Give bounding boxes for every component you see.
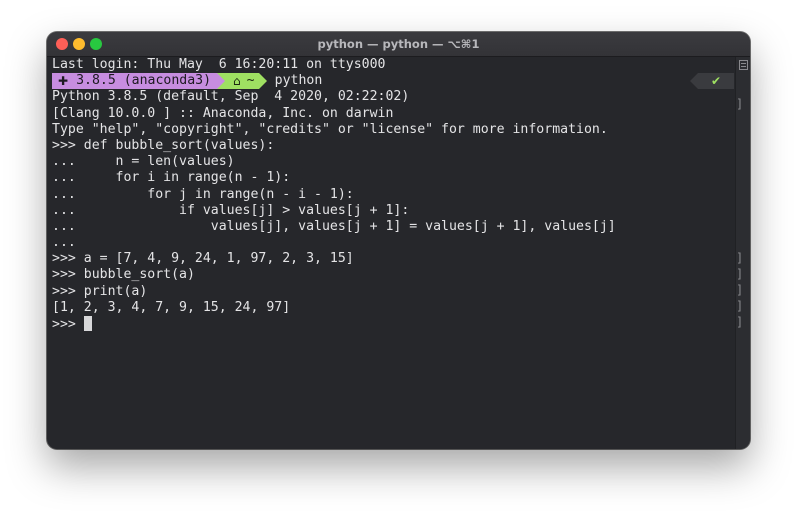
output-line: [Clang 10.0.0 ] :: Anaconda, Inc. on dar…: [52, 105, 394, 121]
repl-input-line: ... n = len(values): [52, 154, 235, 170]
repl-prompt: >>>: [52, 317, 84, 332]
prompt-separator-icon: [217, 73, 226, 90]
text-cursor: [83, 316, 92, 331]
line-mark-icon: ]: [736, 251, 744, 265]
line-mark-icon: ]: [736, 267, 744, 281]
output-line: [1, 2, 3, 4, 7, 9, 15, 24, 97]: [52, 299, 291, 315]
repl-input-line: >>> def bubble_sort(values):: [52, 137, 275, 153]
scrollbar[interactable]: ] ] ] ] ] ]: [735, 57, 750, 449]
prompt-dir-label: ~: [246, 73, 255, 89]
scroll-menu-icon[interactable]: [739, 60, 748, 70]
status-separator-icon: [690, 73, 698, 90]
line-mark-icon: ]: [736, 97, 744, 111]
output-line: Python 3.8.5 (default, Sep 4 2020, 02:22…: [52, 89, 410, 105]
status-badge: ✔: [690, 73, 734, 90]
line-mark-icon: ]: [736, 299, 744, 313]
repl-input-line: >>> bubble_sort(a): [52, 267, 195, 283]
active-prompt-line[interactable]: >>>: [52, 316, 734, 332]
repl-input-line: ... if values[j] > values[j + 1]:: [52, 202, 410, 218]
prompt-env-label: 3.8.5 (anaconda3): [76, 73, 212, 89]
last-login-line: Last login: Thu May 6 16:20:11 on ttys00…: [52, 57, 386, 72]
line-mark-icon: ]: [736, 315, 744, 329]
repl-input-line: >>> a = [7, 4, 9, 24, 1, 97, 2, 3, 15]: [52, 251, 354, 267]
prompt-dir-segment: ⌂ ~: [225, 73, 259, 90]
line-mark-icon: ]: [736, 283, 744, 297]
repl-input-line: ...: [52, 235, 76, 251]
terminal-output[interactable]: Last login: Thu May 6 16:20:11 on ttys00…: [52, 57, 734, 449]
shell-prompt: ✚ 3.8.5 (anaconda3) ⌂ ~ python ✔: [52, 73, 734, 90]
repl-input-line: ... for j in range(n - i - 1):: [52, 186, 354, 202]
window-title: python — python — ⌥⌘1: [317, 37, 480, 51]
prompt-separator-end-icon: [258, 73, 267, 90]
repl-input-line: >>> print(a): [52, 283, 148, 299]
python-env-icon: ✚: [58, 74, 69, 89]
prompt-command: python: [274, 73, 323, 89]
success-check-icon: ✔: [698, 73, 734, 90]
title-bar: python — python — ⌥⌘1: [47, 32, 750, 57]
repl-input-line: ... values[j], values[j + 1] = values[j …: [52, 218, 616, 234]
output-line: Type "help", "copyright", "credits" or "…: [52, 121, 608, 137]
repl-input-line: ... for i in range(n - 1):: [52, 170, 291, 186]
home-icon: ⌂: [233, 74, 241, 89]
terminal-window: python — python — ⌥⌘1 Last login: Thu Ma…: [47, 32, 750, 449]
prompt-env-segment: ✚ 3.8.5 (anaconda3): [52, 73, 218, 90]
